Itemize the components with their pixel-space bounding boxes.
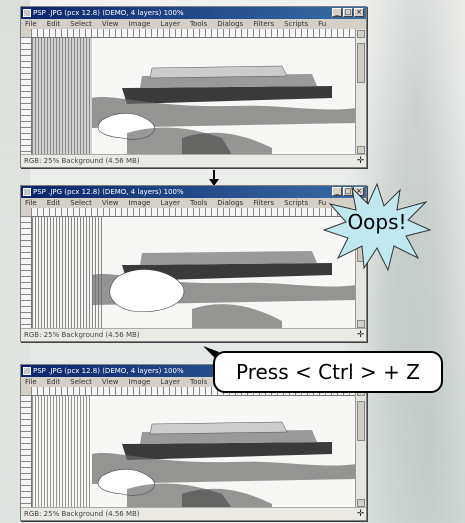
- image-canvas[interactable]: [32, 396, 356, 508]
- editor-window-mistake: PSP .JPG (pcx 12.8) (DEMO, 4 layers) 100…: [20, 185, 367, 342]
- vertical-ruler: [21, 395, 32, 508]
- menu-item-file[interactable]: File: [25, 19, 37, 29]
- window-titlebar: PSP .JPG (pcx 12.8) (DEMO, 4 layers) 100…: [21, 186, 366, 198]
- editor-window-original: PSP .JPG (pcx 12.8) (DEMO, 4 layers) 100…: [20, 6, 367, 168]
- menu-item-view[interactable]: View: [102, 19, 119, 29]
- menu-item-filters[interactable]: Filters: [253, 19, 274, 29]
- app-icon: [23, 9, 31, 17]
- menu-item-file[interactable]: File: [25, 377, 37, 387]
- menu-bar: File Edit Select View Image Layer Tools …: [21, 19, 366, 29]
- close-button[interactable]: ×: [354, 8, 364, 17]
- status-text: RGB: 25% Background (4.56 MB): [24, 331, 140, 339]
- menu-item-image[interactable]: Image: [129, 198, 151, 208]
- scroll-thumb[interactable]: [357, 43, 365, 83]
- menu-item-edit[interactable]: Edit: [47, 198, 61, 208]
- image-canvas[interactable]: [32, 217, 356, 329]
- undo-shortcut-callout: Press < Ctrl > + Z: [213, 351, 443, 393]
- vertical-ruler: [21, 37, 32, 155]
- menu-item-view[interactable]: View: [102, 377, 119, 387]
- menu-item-scripts[interactable]: Scripts: [284, 19, 308, 29]
- menu-item-filters[interactable]: Filters: [253, 198, 274, 208]
- menu-item-select[interactable]: Select: [70, 377, 92, 387]
- menu-item-file[interactable]: File: [25, 198, 37, 208]
- menu-item-dialogs[interactable]: Dialogs: [217, 19, 243, 29]
- horizontal-ruler: [31, 208, 356, 217]
- window-controls: _ □ ×: [332, 8, 364, 17]
- status-text: RGB: 25% Background (4.56 MB): [24, 510, 140, 518]
- vertical-scrollbar[interactable]: [355, 387, 366, 508]
- window-title: PSP .JPG (pcx 12.8) (DEMO, 4 layers) 100…: [33, 188, 184, 196]
- menu-item-edit[interactable]: Edit: [47, 19, 61, 29]
- undo-shortcut-text: Press < Ctrl > + Z: [236, 360, 420, 384]
- oops-label: Oops!: [347, 210, 407, 234]
- menu-item-tools[interactable]: Tools: [190, 19, 207, 29]
- app-icon: [23, 367, 31, 375]
- menu-item-layer[interactable]: Layer: [160, 198, 180, 208]
- vertical-ruler: [21, 216, 32, 329]
- ship-landscape-image: [32, 217, 356, 329]
- menu-item-scripts[interactable]: Scripts: [284, 198, 308, 208]
- ship-landscape-image: [32, 38, 356, 155]
- scroll-down-button[interactable]: [357, 146, 365, 154]
- status-text: RGB: 25% Background (4.56 MB): [24, 157, 140, 165]
- menu-bar: File Edit Select View Image Layer Tools …: [21, 198, 366, 208]
- window-titlebar: PSP .JPG (pcx 12.8) (DEMO, 4 layers) 100…: [21, 7, 366, 19]
- scroll-down-button[interactable]: [357, 320, 365, 328]
- status-bar: RGB: 25% Background (4.56 MB): [21, 507, 366, 520]
- navigation-cross-icon[interactable]: ✛: [356, 331, 365, 340]
- image-canvas[interactable]: [32, 38, 356, 155]
- scroll-up-button[interactable]: [357, 30, 365, 38]
- menu-item-image[interactable]: Image: [129, 19, 151, 29]
- menu-item-view[interactable]: View: [102, 198, 119, 208]
- ship-landscape-image: [32, 396, 356, 508]
- menu-item-select[interactable]: Select: [70, 19, 92, 29]
- status-bar: RGB: 25% Background (4.56 MB): [21, 328, 366, 341]
- vertical-scrollbar[interactable]: [355, 29, 366, 155]
- status-bar: RGB: 25% Background (4.56 MB): [21, 154, 366, 167]
- menu-item-layer[interactable]: Layer: [160, 19, 180, 29]
- app-icon: [23, 188, 31, 196]
- down-arrow-icon: [209, 170, 219, 186]
- scroll-thumb[interactable]: [357, 401, 365, 441]
- menu-item-fu[interactable]: Fu: [318, 19, 326, 29]
- menu-item-layer[interactable]: Layer: [160, 377, 180, 387]
- menu-item-select[interactable]: Select: [70, 198, 92, 208]
- menu-item-tools[interactable]: Tools: [190, 377, 207, 387]
- menu-item-tools[interactable]: Tools: [190, 198, 207, 208]
- maximize-button[interactable]: □: [343, 8, 353, 17]
- horizontal-ruler: [31, 29, 356, 38]
- navigation-cross-icon[interactable]: ✛: [356, 157, 365, 166]
- menu-item-image[interactable]: Image: [129, 377, 151, 387]
- scroll-down-button[interactable]: [357, 499, 365, 507]
- window-title: PSP .JPG (pcx 12.8) (DEMO, 4 layers) 100…: [33, 367, 184, 375]
- menu-item-edit[interactable]: Edit: [47, 377, 61, 387]
- window-title: PSP .JPG (pcx 12.8) (DEMO, 4 layers) 100…: [33, 9, 184, 17]
- minimize-button[interactable]: _: [332, 8, 342, 17]
- menu-item-dialogs[interactable]: Dialogs: [217, 198, 243, 208]
- navigation-cross-icon[interactable]: ✛: [356, 510, 365, 519]
